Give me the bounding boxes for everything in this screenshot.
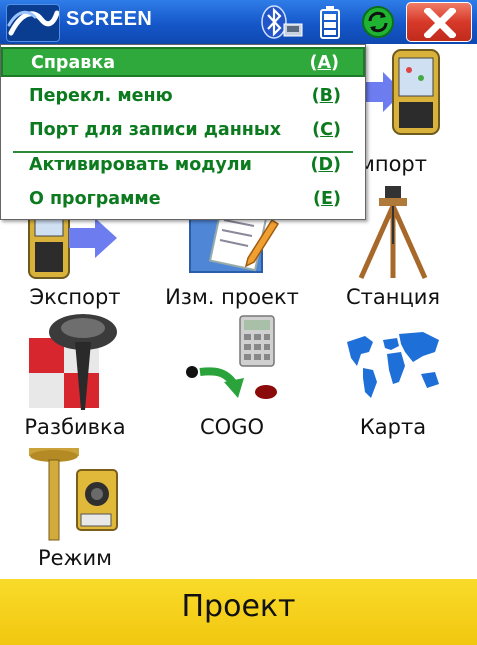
close-icon: [424, 8, 456, 38]
menu-item-label: Порт для записи данных: [29, 120, 282, 140]
tile-mode[interactable]: Режим: [0, 444, 150, 574]
menu-item-label: О программе: [29, 189, 161, 209]
stakeout-icon: [29, 314, 117, 410]
menu-item-label: Справка: [31, 53, 116, 73]
menu-item-activate-modules[interactable]: Активировать модули (D): [1, 151, 365, 181]
project-bar-label: Проект: [181, 589, 296, 624]
menu-item-shortcut: (A): [309, 53, 339, 73]
tile-mode-label: Режим: [38, 546, 112, 570]
sync-icon[interactable]: [360, 4, 396, 40]
dropdown-menu: Справка (A) Перекл. меню (B) Порт для за…: [0, 44, 366, 220]
menu-item-shortcut: (B): [311, 86, 341, 106]
menu-item-shortcut: (E): [313, 189, 341, 209]
map-icon: [347, 332, 439, 398]
menu-item-shortcut: (D): [310, 155, 341, 175]
tile-cogo[interactable]: COGO: [157, 312, 307, 444]
tile-map-label: Карта: [359, 415, 427, 439]
tile-stakeout[interactable]: Разбивка: [0, 312, 150, 444]
battery-icon[interactable]: [318, 4, 342, 40]
menu-item-help[interactable]: Справка (A): [1, 47, 365, 77]
tile-map[interactable]: Карта: [318, 312, 468, 444]
menu-item-about[interactable]: О программе (E): [1, 185, 365, 215]
title-bar: SCREEN: [0, 0, 477, 44]
menu-item-shortcut: (C): [312, 120, 341, 140]
close-button[interactable]: [406, 2, 472, 42]
cogo-calculator-icon: [186, 315, 277, 399]
tile-cogo-label: COGO: [200, 415, 264, 439]
bluetooth-icon[interactable]: [258, 4, 304, 40]
mode-instruments-icon: [29, 448, 118, 541]
tile-stakeout-label: Разбивка: [24, 415, 126, 439]
app-title: SCREEN: [66, 8, 153, 30]
tile-station-label: Станция: [345, 285, 441, 309]
project-bar[interactable]: Проект: [0, 579, 477, 645]
menu-item-switch-menu[interactable]: Перекл. меню (B): [1, 82, 365, 112]
tile-export-label: Экспорт: [29, 285, 121, 309]
menu-item-label: Активировать модули: [29, 155, 252, 175]
tile-edit-project-label: Изм. проект: [165, 285, 299, 309]
menu-item-label: Перекл. меню: [29, 86, 173, 106]
company-logo-icon[interactable]: [6, 4, 60, 42]
menu-item-data-port[interactable]: Порт для записи данных (C): [1, 116, 365, 146]
